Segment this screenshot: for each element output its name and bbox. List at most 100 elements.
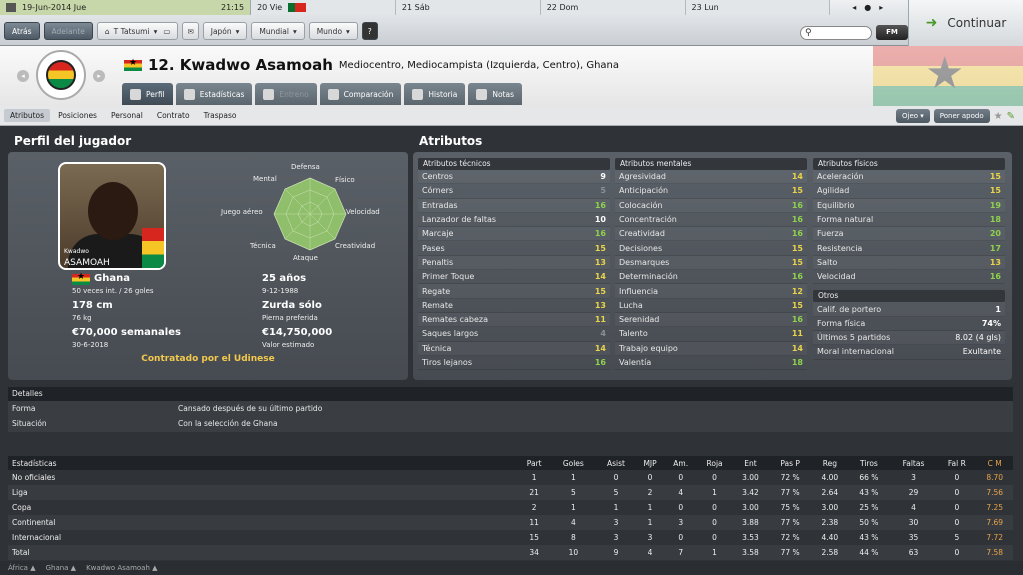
edit-icon[interactable]: ✎: [1007, 111, 1015, 122]
subnav-attributes[interactable]: Atributos: [4, 109, 51, 122]
attribute-row: Lanzador de faltas 10: [418, 213, 610, 228]
stats-column-header[interactable]: Goles: [550, 456, 597, 470]
japan-menu[interactable]: Japón ▾: [202, 22, 248, 40]
table-cell: 77 %: [768, 485, 812, 500]
attribute-row: Regate 15: [418, 284, 610, 299]
stats-column-header[interactable]: C M: [976, 456, 1013, 470]
stats-column-header[interactable]: Tiros: [848, 456, 890, 470]
attribute-row: Centros 9: [418, 170, 610, 185]
stats-column-header[interactable]: Pas P: [768, 456, 812, 470]
subnav-contract[interactable]: Contrato: [151, 109, 196, 122]
attribute-value: 13: [594, 300, 606, 310]
attribute-name: Entradas: [422, 200, 458, 210]
table-cell: 4: [550, 515, 597, 530]
player-profile-panel: Kwadwo ASAMOAH Defensa Físico Velocidad …: [8, 152, 408, 380]
table-cell: 7.58: [976, 545, 1013, 560]
subnav-positions[interactable]: Posiciones: [52, 109, 103, 122]
tab-profile[interactable]: Perfil: [122, 83, 173, 105]
attribute-name: Calif. de portero: [817, 304, 882, 314]
stats-column-header[interactable]: Roja: [696, 456, 733, 470]
chevron-right-icon[interactable]: ▸: [879, 3, 883, 12]
training-icon: [263, 88, 275, 100]
calendar-day[interactable]: 22 Dom: [540, 0, 686, 15]
nation[interactable]: Ghana: [94, 273, 130, 284]
star-icon[interactable]: ★: [994, 111, 1003, 122]
manager-menu[interactable]: ⌂ T Tatsumi ▾ ▭: [96, 22, 179, 40]
calendar-nav[interactable]: ◂ ● ▸: [830, 0, 905, 15]
stats-column-header[interactable]: Am.: [664, 456, 697, 470]
attribute-value: 16: [594, 358, 606, 367]
tab-comparison[interactable]: Comparación: [319, 83, 402, 105]
fm-menu-button[interactable]: FM: [876, 25, 908, 40]
worldcup-menu[interactable]: Mundial ▾: [251, 22, 305, 40]
stats-column-header[interactable]: MJP: [635, 456, 665, 470]
news-icon[interactable]: ✉: [182, 22, 199, 40]
attribute-name: Forma natural: [817, 215, 874, 225]
table-cell: 3: [911, 473, 916, 482]
sub-navigation: Atributos Posiciones Personal Contrato T…: [0, 106, 1023, 126]
world-menu[interactable]: Mundo ▾: [308, 22, 358, 40]
attribute-row: Marcaje 16: [418, 227, 610, 242]
table-cell: 7.72: [986, 533, 1004, 542]
table-cell: 3: [613, 533, 619, 542]
attribute-row: Lucha 15: [615, 299, 807, 313]
table-row[interactable]: No oficiales 1 1 0 0 0 0 3.00 72 % 4.00 66 % 3 0 8.70: [8, 470, 1013, 485]
calendar-day[interactable]: 21 Sáb: [395, 0, 541, 15]
tab-training[interactable]: Entreno: [255, 83, 317, 105]
table-row[interactable]: Copa 2 1 1 1 0 0 3.00 75 % 3.00 25 % 4 0 7.25: [8, 500, 1013, 515]
back-button[interactable]: Atrás: [4, 22, 40, 40]
stats-column-header[interactable]: Fal R: [937, 456, 977, 470]
tab-label: Entreno: [279, 89, 309, 99]
table-cell: 30: [889, 515, 938, 530]
table-row[interactable]: Internacional 15 8 3 3 0 0 3.53 72 % 4.40 43 % 35 5 7…: [8, 530, 1013, 545]
subnav-transfer[interactable]: Traspaso: [198, 109, 243, 122]
table-cell: 0: [937, 515, 977, 530]
stats-column-header[interactable]: Faltas: [889, 456, 938, 470]
calendar-day[interactable]: 23 Lun: [685, 0, 831, 15]
dot-icon: ●: [864, 3, 872, 12]
stats-column-header[interactable]: Estadísticas: [8, 456, 518, 470]
table-cell: 4.40: [821, 533, 839, 542]
search-input[interactable]: ⚲: [800, 26, 872, 40]
table-row[interactable]: Liga 21 5 5 2 4 1 3.42 77 % 2.64 43 % 29 0 7.56: [8, 485, 1013, 500]
table-cell: 0: [954, 473, 960, 482]
attribute-row: Concentración 16: [615, 213, 807, 228]
attribute-name: Córners: [422, 186, 454, 196]
attribute-value: 18: [989, 215, 1001, 225]
subnav-personal[interactable]: Personal: [105, 109, 149, 122]
attribute-row: Trabajo equipo 14: [615, 341, 807, 356]
table-cell: 0: [712, 503, 717, 512]
table-cell: 44 %: [848, 545, 890, 560]
breadcrumb-item[interactable]: África ▲: [8, 564, 36, 572]
tab-stats[interactable]: Estadísticas: [175, 83, 253, 105]
help-button[interactable]: ?: [361, 22, 378, 40]
table-row[interactable]: Continental 11 4 3 1 3 0 3.88 77 % 2.38 50 % 30 0 7.6…: [8, 515, 1013, 530]
stats-column-header[interactable]: Ent: [732, 456, 769, 470]
nickname-button[interactable]: Poner apodo: [933, 109, 990, 123]
height: 178 cm: [72, 300, 113, 311]
statistics-table: Estadísticas Part Goles Asist MJP Am. Roja Ent P…: [8, 456, 1013, 560]
scout-button[interactable]: Ojeo ▾: [896, 109, 930, 123]
current-date[interactable]: 19-Jun-2014 Jue 21:15: [0, 0, 252, 15]
attribute-name: Serenidad: [619, 315, 660, 325]
attribute-name: Penaltis: [422, 257, 454, 267]
attribute-row: Agresividad 14: [615, 170, 807, 185]
radar-label-physical: Físico: [335, 176, 355, 184]
stats-column-header[interactable]: Part: [518, 456, 551, 470]
stats-column-header[interactable]: Asist: [596, 456, 636, 470]
preferred-foot-label: Pierna preferida: [262, 314, 318, 322]
breadcrumb-item[interactable]: Ghana ▲: [46, 564, 77, 572]
breadcrumb-item[interactable]: Kwadwo Asamoah ▲: [86, 564, 157, 572]
calendar-day[interactable]: 20 Vie: [251, 0, 396, 15]
next-player-icon[interactable]: ▸: [93, 70, 105, 82]
forward-button[interactable]: Adelante: [43, 22, 93, 40]
table-cell: 7.56: [976, 485, 1013, 500]
stats-column-header[interactable]: Reg: [811, 456, 849, 470]
prev-player-icon[interactable]: ◂: [17, 70, 29, 82]
continue-button[interactable]: ➜ Continuar: [908, 0, 1023, 46]
contract-status[interactable]: Contratado por el Udinese: [8, 354, 408, 364]
tab-history[interactable]: Historia: [404, 83, 466, 105]
tab-notes[interactable]: Notas: [468, 83, 522, 105]
table-row[interactable]: Total 34 10 9 4 7 1 3.58 77 % 2.58 44 % 63 0 7.58: [8, 545, 1013, 560]
chevron-left-icon[interactable]: ◂: [852, 3, 856, 12]
